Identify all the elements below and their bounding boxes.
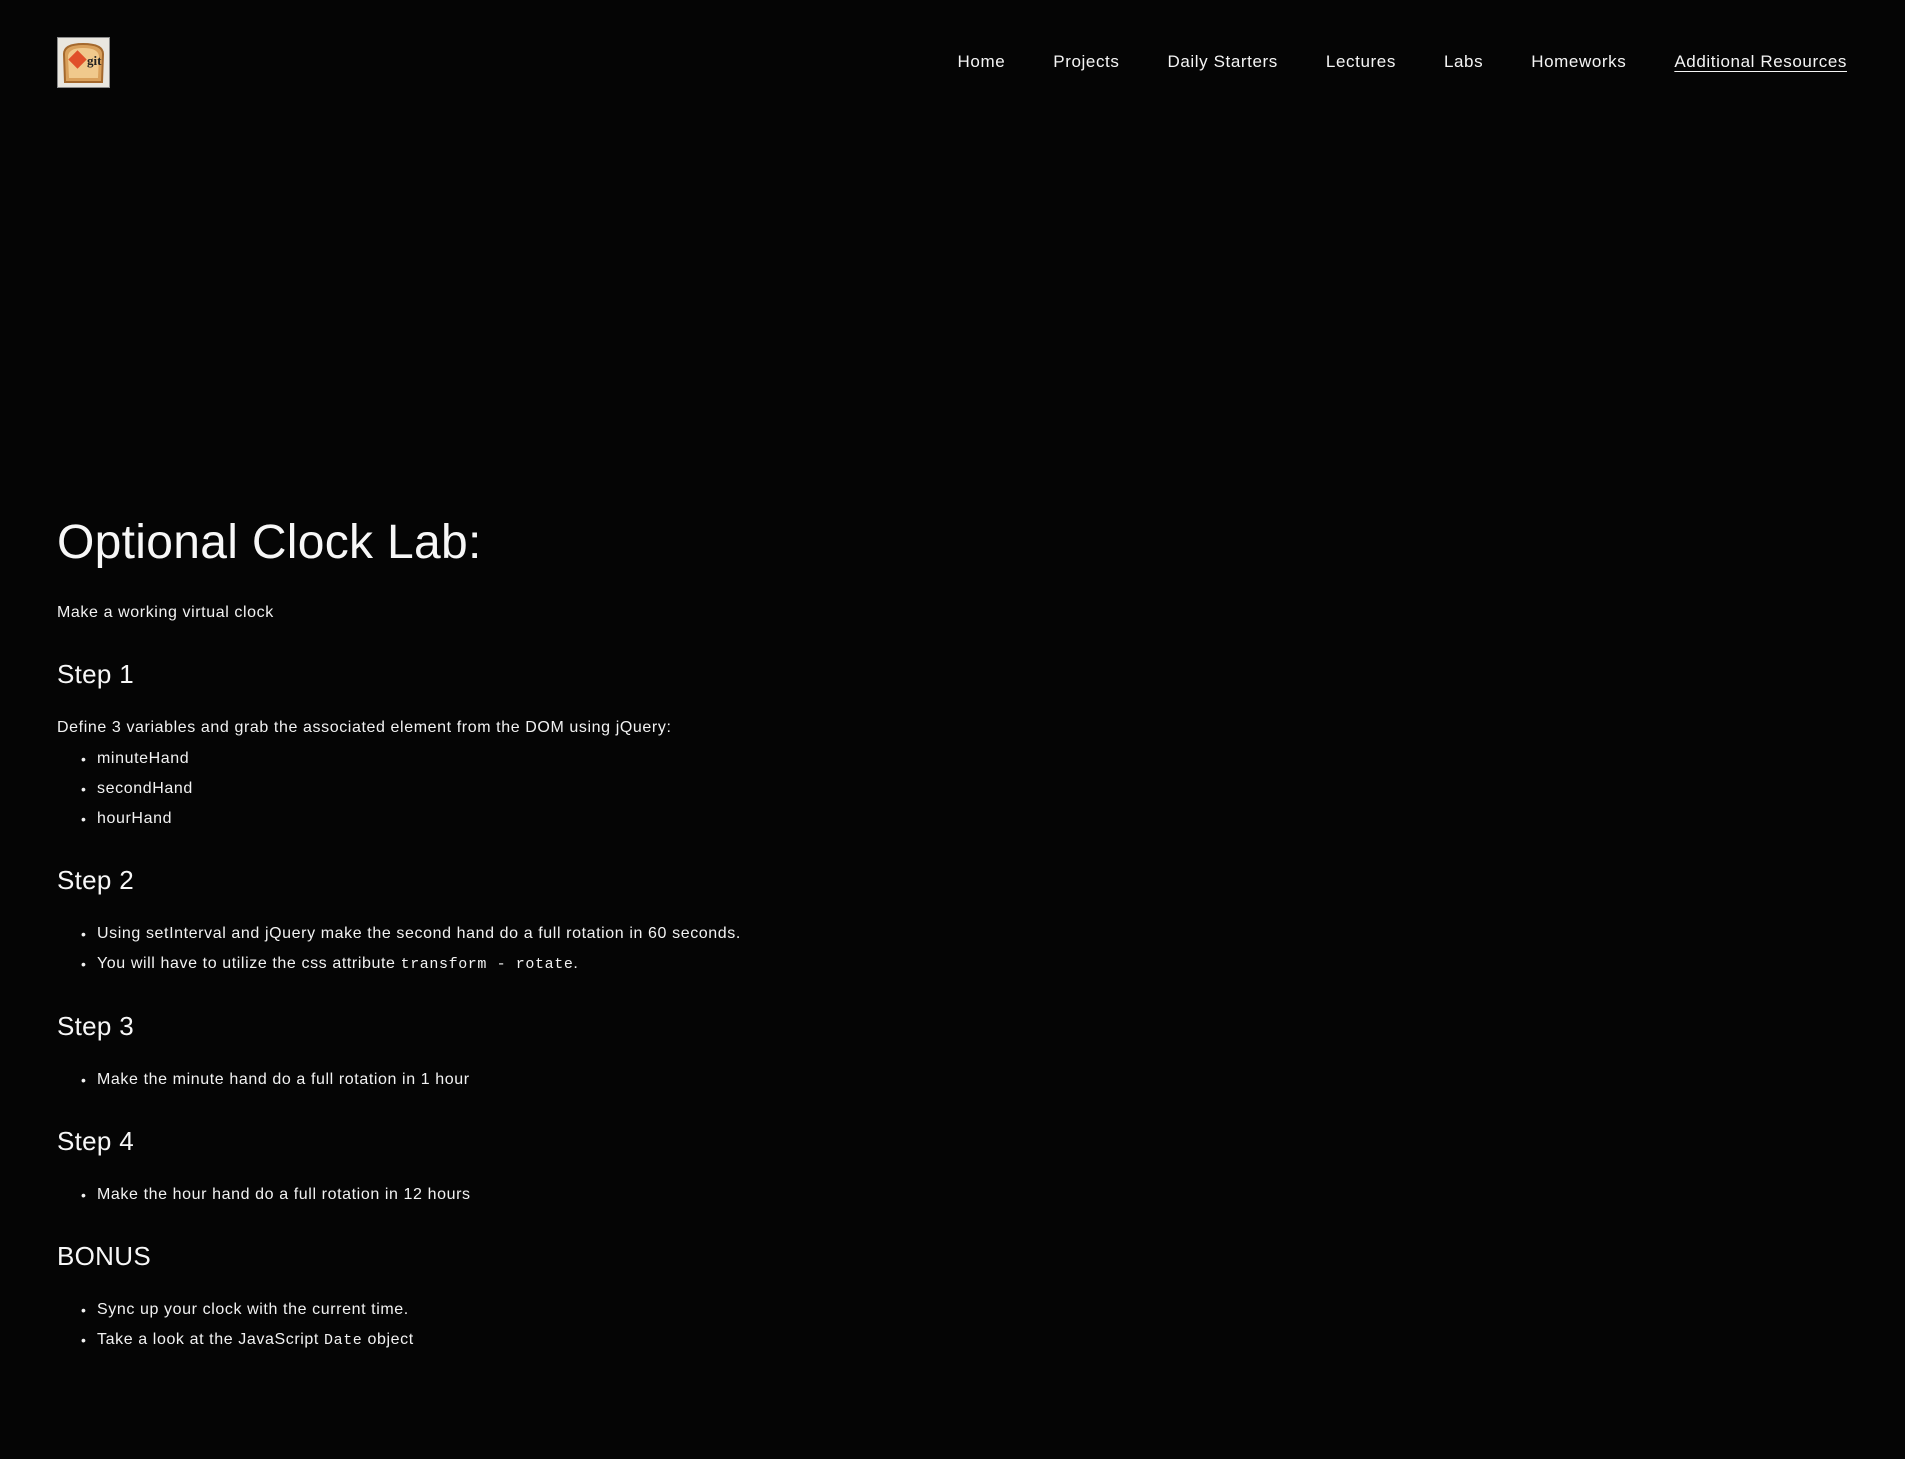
nav-link-labs[interactable]: Labs <box>1444 52 1483 72</box>
list-item: Make the minute hand do a full rotation … <box>81 1069 1457 1091</box>
list-item: Make the hour hand do a full rotation in… <box>81 1184 1457 1206</box>
list-item: Sync up your clock with the current time… <box>81 1299 1457 1321</box>
main-content: Optional Clock Lab: Make a working virtu… <box>57 512 1457 1360</box>
site-header: git Home Projects Daily Starters Lecture… <box>0 0 1905 125</box>
nav-link-home[interactable]: Home <box>958 52 1006 72</box>
list-item: minuteHand <box>81 748 1457 770</box>
page-intro: Make a working virtual clock <box>57 604 274 621</box>
bonus-list: Sync up your clock with the current time… <box>57 1299 1457 1352</box>
page-title: Optional Clock Lab: <box>57 516 482 569</box>
step-1-heading: Step 1 <box>57 659 134 689</box>
step-1-text: Define 3 variables and grab the associat… <box>57 719 672 736</box>
step-2-list: Using setInterval and jQuery make the se… <box>57 923 1457 976</box>
list-item-text: . <box>573 955 579 972</box>
list-item: secondHand <box>81 778 1457 800</box>
inline-code: Date <box>324 1332 363 1349</box>
list-item-text: Take a look at the JavaScript <box>97 1331 324 1348</box>
bonus-heading: BONUS <box>57 1241 151 1271</box>
step-3-section: Step 3 Make the minute hand do a full ro… <box>57 1011 1457 1091</box>
svg-text:git: git <box>87 53 102 68</box>
step-4-section: Step 4 Make the hour hand do a full rota… <box>57 1126 1457 1206</box>
nav-link-daily-starters[interactable]: Daily Starters <box>1167 52 1277 72</box>
list-item-text: object <box>362 1331 414 1348</box>
nav-link-lectures[interactable]: Lectures <box>1326 52 1396 72</box>
list-item-text: You will have to utilize the css attribu… <box>97 955 401 972</box>
step-2-heading: Step 2 <box>57 865 134 895</box>
site-logo[interactable]: git <box>57 37 110 88</box>
list-item: Take a look at the JavaScript Date objec… <box>81 1329 1457 1352</box>
step-1-list: minuteHand secondHand hourHand <box>57 748 1457 830</box>
main-nav: Home Projects Daily Starters Lectures La… <box>958 52 1847 72</box>
nav-link-homeworks[interactable]: Homeworks <box>1531 52 1626 72</box>
step-4-heading: Step 4 <box>57 1126 134 1156</box>
step-2-section: Step 2 Using setInterval and jQuery make… <box>57 865 1457 976</box>
nav-link-additional-resources[interactable]: Additional Resources <box>1674 52 1847 72</box>
list-item: You will have to utilize the css attribu… <box>81 953 1457 976</box>
step-3-list: Make the minute hand do a full rotation … <box>57 1069 1457 1091</box>
bonus-section: BONUS Sync up your clock with the curren… <box>57 1241 1457 1352</box>
inline-code: transform - rotate <box>400 956 574 973</box>
list-item: Using setInterval and jQuery make the se… <box>81 923 1457 945</box>
nav-link-projects[interactable]: Projects <box>1053 52 1119 72</box>
git-toast-logo-icon: git <box>58 38 109 87</box>
step-3-heading: Step 3 <box>57 1011 134 1041</box>
step-1-section: Step 1 Define 3 variables and grab the a… <box>57 659 1457 830</box>
list-item: hourHand <box>81 808 1457 830</box>
step-4-list: Make the hour hand do a full rotation in… <box>57 1184 1457 1206</box>
